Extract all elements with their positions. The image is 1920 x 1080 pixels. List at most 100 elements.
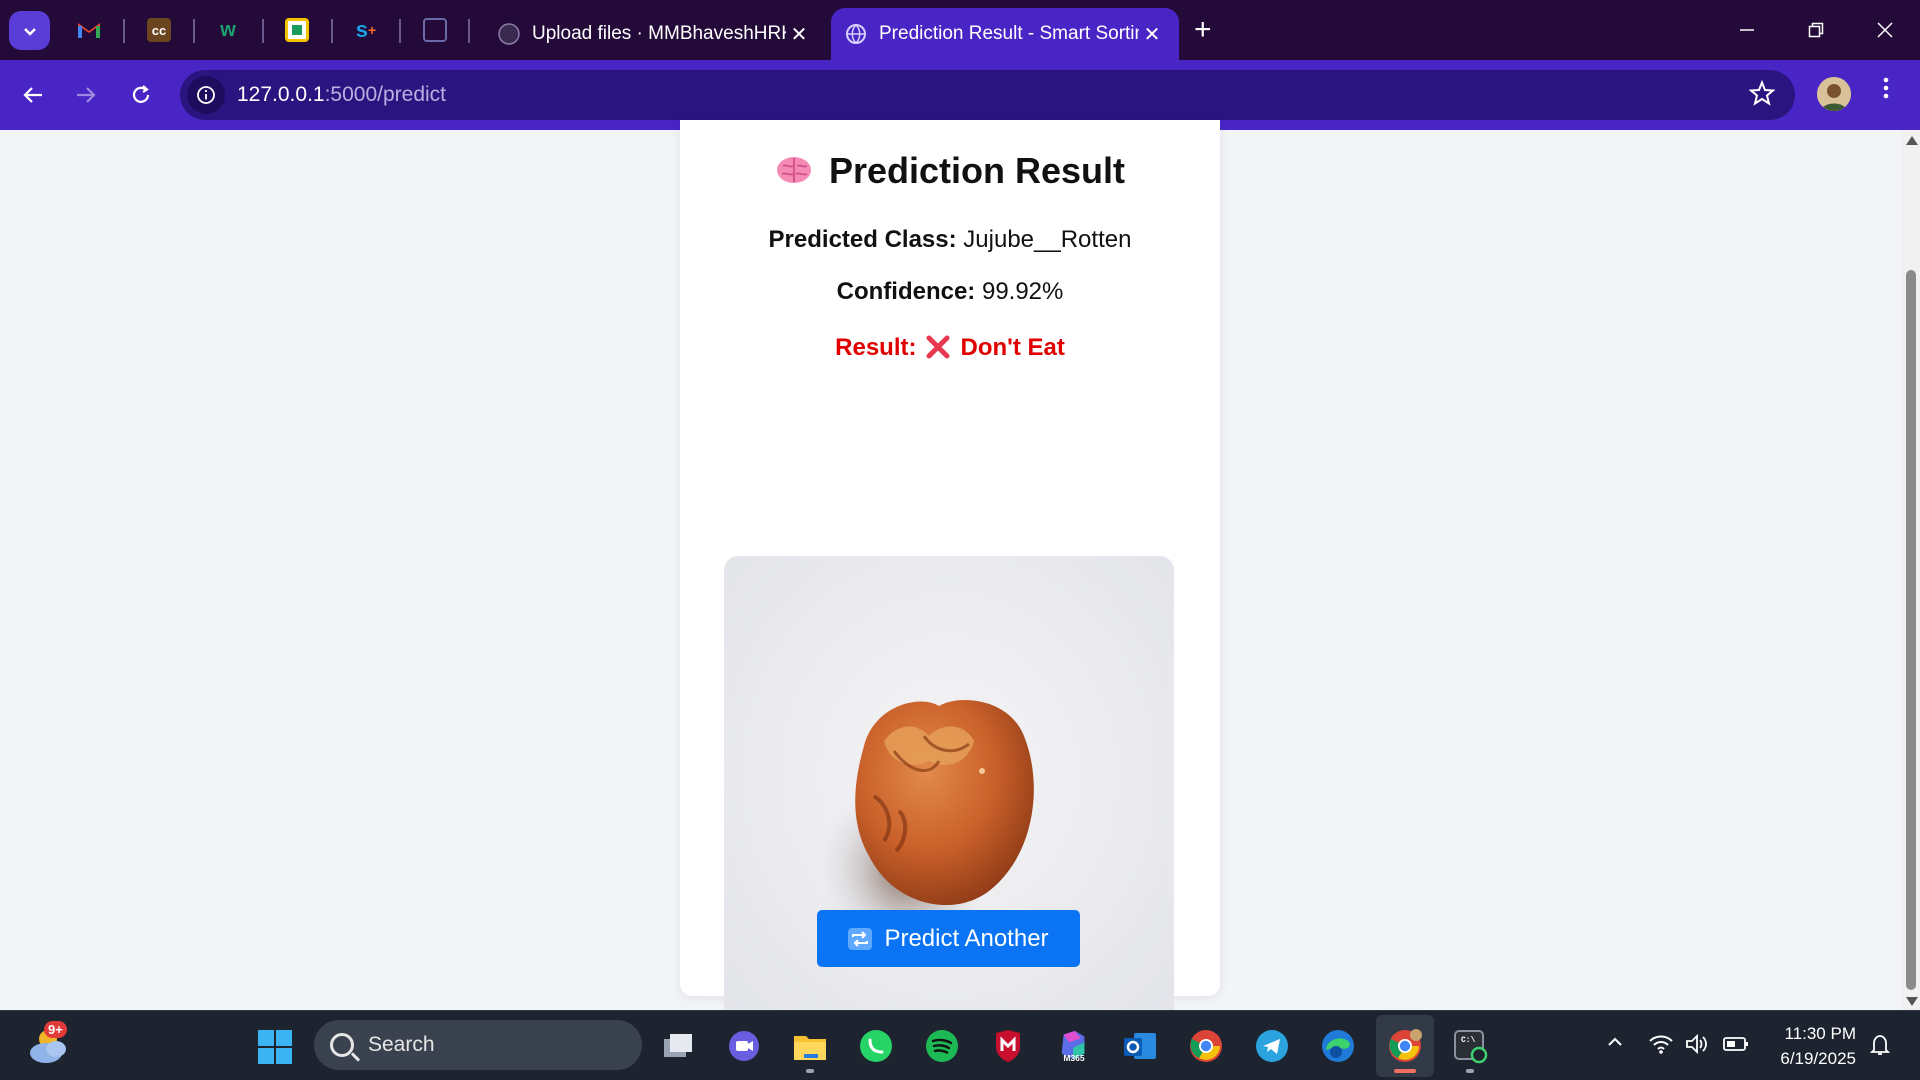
scroll-up-arrow[interactable] xyxy=(1906,136,1918,145)
tab-separator xyxy=(468,19,470,43)
tab-separator xyxy=(399,19,401,43)
minimize-icon xyxy=(1740,29,1754,31)
w-icon: w xyxy=(220,18,236,41)
search-icon xyxy=(330,1033,354,1057)
pinned-tab-box[interactable] xyxy=(418,13,452,47)
page-viewport: Prediction Result Predicted Class: Jujub… xyxy=(0,120,1902,1043)
system-clock[interactable]: 11:30 PM 6/19/2025 xyxy=(1770,1021,1856,1071)
notification-icon[interactable] xyxy=(1868,1033,1892,1063)
page-title: Prediction Result xyxy=(680,150,1220,192)
avatar-icon xyxy=(1817,77,1851,111)
close-window-button[interactable] xyxy=(1862,12,1908,48)
chrome-profile-icon[interactable] xyxy=(1387,1028,1423,1064)
svg-text:C:\: C:\ xyxy=(1461,1036,1476,1045)
outlook-icon[interactable] xyxy=(1122,1028,1158,1064)
pinned-tab-w[interactable]: w xyxy=(211,13,245,47)
profile-avatar[interactable] xyxy=(1817,77,1851,111)
github-icon xyxy=(498,23,520,45)
minimize-button[interactable] xyxy=(1724,12,1770,48)
m365-icon[interactable]: M365 xyxy=(1056,1028,1092,1064)
predict-another-label: Predict Another xyxy=(884,924,1049,952)
pinned-tab-cc[interactable]: cc xyxy=(142,13,176,47)
result-label: Result: xyxy=(835,334,917,361)
reload-button[interactable] xyxy=(122,76,160,114)
svg-text:M365: M365 xyxy=(1063,1053,1085,1063)
meet-icon[interactable] xyxy=(726,1028,762,1064)
result-card: Prediction Result Predicted Class: Jujub… xyxy=(680,120,1220,1043)
volume-icon[interactable] xyxy=(1684,1033,1710,1061)
site-info-button[interactable] xyxy=(187,76,225,114)
show-hidden-icons[interactable] xyxy=(1606,1033,1624,1057)
tab-search-button[interactable] xyxy=(9,11,50,50)
s-plus-icon: s + xyxy=(355,17,377,42)
predict-another-button[interactable]: Predict Another xyxy=(817,910,1080,967)
start-button[interactable] xyxy=(257,1029,293,1065)
info-icon xyxy=(197,86,215,104)
mcafee-icon[interactable] xyxy=(990,1028,1026,1064)
bookmark-star-button[interactable] xyxy=(1748,79,1776,113)
close-tab-icon[interactable]: ✕ xyxy=(786,22,812,47)
sheet-icon xyxy=(285,18,309,42)
tab-separator xyxy=(331,19,333,43)
page-scrollbar[interactable] xyxy=(1902,130,1920,1010)
telegram-icon[interactable] xyxy=(1254,1028,1290,1064)
url-text: 127.0.0.1:5000/predict xyxy=(237,83,446,107)
chevron-down-icon xyxy=(23,27,36,36)
result-value: Don't Eat xyxy=(960,334,1065,361)
close-tab-icon[interactable]: ✕ xyxy=(1139,22,1165,47)
tab-strip: cc w s + Upload files · MMBhaveshHRK/ ✕ P… xyxy=(0,0,1920,60)
windows-taskbar: 9+ Search M365 C:\ 11:30 PM 6/19/2025 xyxy=(0,1010,1920,1080)
scroll-down-arrow[interactable] xyxy=(1906,997,1918,1006)
reload-icon xyxy=(132,85,150,103)
terminal-icon[interactable]: C:\ xyxy=(1452,1028,1488,1064)
taskbar-search[interactable]: Search xyxy=(314,1020,642,1070)
predicted-class-value: Jujube__Rotten xyxy=(963,226,1132,253)
close-icon xyxy=(1877,22,1893,38)
cross-mark-icon xyxy=(926,335,950,359)
new-tab-button[interactable]: + xyxy=(1194,14,1212,46)
repeat-icon xyxy=(848,927,873,950)
arrow-right-icon xyxy=(77,87,96,103)
tab-title: Upload files · MMBhaveshHRK/ xyxy=(532,23,786,44)
chrome-icon[interactable] xyxy=(1188,1028,1224,1064)
wifi-icon[interactable] xyxy=(1648,1033,1674,1061)
tab-title: Prediction Result - Smart Sortin xyxy=(879,23,1139,44)
windows-icon xyxy=(258,1030,292,1064)
active-indicator xyxy=(1394,1069,1416,1073)
box-icon xyxy=(423,18,447,42)
edge-icon[interactable] xyxy=(1320,1028,1356,1064)
confidence-label: Confidence: xyxy=(836,278,976,305)
tab-upload-files[interactable]: Upload files · MMBhaveshHRK/ ✕ xyxy=(484,8,826,60)
folder-icon[interactable] xyxy=(792,1028,828,1064)
tab-separator xyxy=(262,19,264,43)
restore-icon xyxy=(1808,22,1824,38)
globe-icon xyxy=(846,24,866,44)
pinned-tab-sheet[interactable] xyxy=(280,13,314,47)
fruit-image xyxy=(724,556,1174,1043)
confidence-value: 99.92% xyxy=(981,278,1064,305)
url-path: :5000/predict xyxy=(324,83,447,106)
scroll-thumb[interactable] xyxy=(1906,270,1916,990)
weather-badge: 9+ xyxy=(44,1021,67,1038)
forward-button[interactable] xyxy=(67,76,105,114)
whatsapp-icon[interactable] xyxy=(858,1028,894,1064)
arrow-left-icon xyxy=(23,87,42,103)
clock-time: 11:30 PM xyxy=(1784,1024,1856,1043)
address-bar[interactable]: 127.0.0.1:5000/predict xyxy=(180,70,1795,120)
predicted-class-line: Predicted Class: Jujube__Rotten xyxy=(680,226,1220,254)
running-indicator xyxy=(806,1069,814,1073)
pinned-tab-gmail[interactable] xyxy=(72,13,106,47)
task-view-icon[interactable] xyxy=(660,1028,696,1064)
restore-button[interactable] xyxy=(1793,12,1839,48)
tab-prediction-result[interactable]: Prediction Result - Smart Sortin ✕ xyxy=(831,8,1179,60)
cc-icon: cc xyxy=(147,18,171,42)
clock-date: 6/19/2025 xyxy=(1780,1049,1856,1068)
browser-menu-button[interactable] xyxy=(1876,76,1896,107)
spotify-icon[interactable] xyxy=(924,1028,960,1064)
battery-icon[interactable] xyxy=(1722,1033,1750,1061)
pinned-tab-s-plus[interactable]: s + xyxy=(349,13,383,47)
gmail-icon xyxy=(78,23,100,38)
tab-separator xyxy=(123,19,125,43)
back-button[interactable] xyxy=(14,76,52,114)
brain-icon xyxy=(776,157,811,183)
